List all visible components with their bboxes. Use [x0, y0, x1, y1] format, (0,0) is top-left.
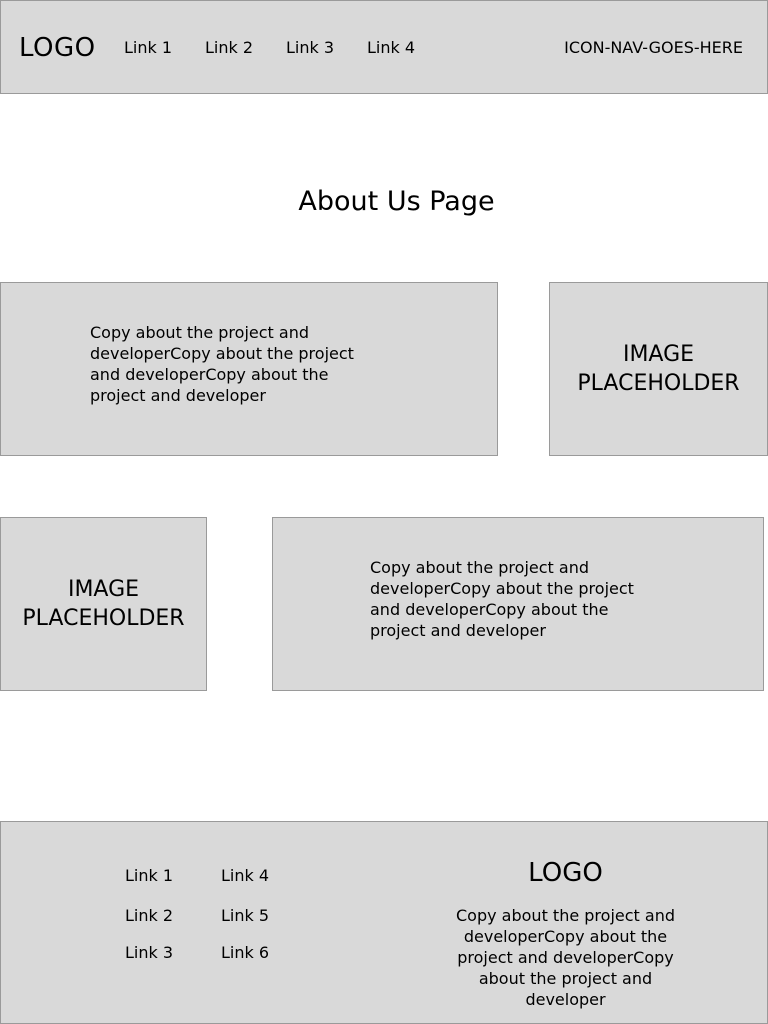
footer-link-6[interactable]: Link 6 [221, 943, 269, 963]
nav-link-4[interactable]: Link 4 [367, 38, 415, 58]
about-copy-card-1: Copy about the project and developerCopy… [0, 282, 498, 456]
nav-link-2[interactable]: Link 2 [205, 38, 253, 58]
about-copy-text-2: Copy about the project and developerCopy… [370, 558, 634, 640]
image-placeholder-label-1: IMAGE PLACEHOLDER [577, 342, 740, 396]
page-title: About Us Page [298, 186, 495, 217]
image-placeholder-2: IMAGE PLACEHOLDER [0, 517, 207, 691]
footer-link-1[interactable]: Link 1 [125, 866, 173, 886]
about-copy-text-1: Copy about the project and developerCopy… [90, 323, 354, 405]
header-logo[interactable]: LOGO [19, 32, 96, 64]
footer-copy-text: Copy about the project and developerCopy… [456, 906, 675, 1009]
header-bar: LOGO Link 1 Link 2 Link 3 Link 4 ICON-NA… [0, 0, 768, 94]
nav-link-3[interactable]: Link 3 [286, 38, 334, 58]
footer-link-4[interactable]: Link 4 [221, 866, 269, 886]
about-copy-card-2: Copy about the project and developerCopy… [272, 517, 764, 691]
footer-link-2[interactable]: Link 2 [125, 906, 173, 926]
icon-nav-placeholder[interactable]: ICON-NAV-GOES-HERE [564, 38, 743, 58]
footer-link-3[interactable]: Link 3 [125, 943, 173, 963]
footer-link-5[interactable]: Link 5 [221, 906, 269, 926]
image-placeholder-1: IMAGE PLACEHOLDER [549, 282, 768, 456]
nav-link-1[interactable]: Link 1 [124, 38, 172, 58]
image-placeholder-label-2: IMAGE PLACEHOLDER [22, 577, 185, 631]
footer-logo[interactable]: LOGO [445, 856, 686, 890]
